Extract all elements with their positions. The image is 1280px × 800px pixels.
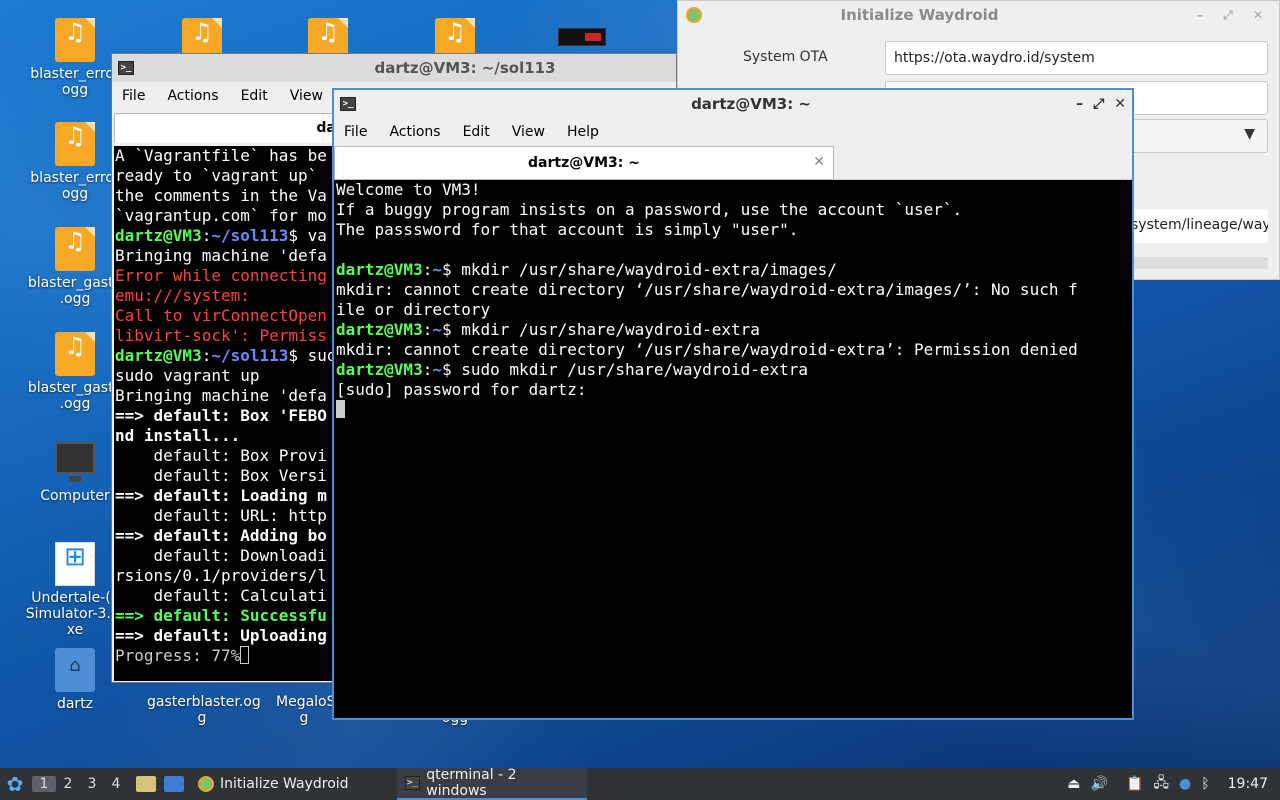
system-ota-input[interactable]: https://ota.waydro.id/system [885, 41, 1268, 75]
start-menu-icon[interactable]: ✿ [0, 768, 30, 800]
music-file-icon: ♫ [55, 227, 95, 271]
file-manager-icon[interactable] [136, 776, 156, 792]
menu-edit[interactable]: Edit [241, 88, 268, 104]
terminal-line: ile or directory [336, 300, 491, 319]
menu-edit[interactable]: Edit [463, 124, 490, 140]
main-menubar: File Actions Edit View Help [334, 118, 1132, 146]
menu-help[interactable]: Help [567, 124, 599, 140]
main-tabbar: dartz@VM3: ~ ✕ [334, 146, 1132, 180]
terminal-line: dartz@VM3:~$ mkdir /usr/share/waydroid-e… [336, 260, 837, 279]
taskbar: ✿ 1 2 3 4 Initialize Waydroid >_ qtermin… [0, 767, 1280, 800]
windows-exe-icon: ⊞ [55, 542, 95, 586]
terminal-line: [sudo] password for dartz: [336, 380, 587, 399]
waydroid-app-icon [198, 776, 214, 792]
task-qterminal[interactable]: >_ qterminal - 2 windows [396, 767, 587, 800]
main-titlebar[interactable]: >_ dartz@VM3: ~ – ⤢ ✕ [334, 90, 1132, 118]
workspace-1[interactable]: 1 [32, 776, 56, 792]
computer-icon [55, 442, 95, 482]
image-thumbnail-icon[interactable] [558, 28, 606, 46]
waydroid-titlebar[interactable]: Initialize Waydroid – ⤢ ✕ [678, 1, 1279, 29]
terminal-line: If a buggy program insists on a password… [336, 200, 963, 219]
terminal-icon: >_ [404, 776, 421, 790]
desktop-icon-label-gasterblaster[interactable]: gasterblaster.og g [147, 694, 261, 726]
window-controls: – ⤢ ✕ [1196, 7, 1271, 22]
task-label: Initialize Waydroid [220, 776, 349, 792]
terminal-cursor-line [336, 400, 1132, 420]
waydroid-app-icon [686, 7, 702, 23]
network-icon[interactable]: 🖧 [1153, 772, 1169, 796]
terminal-cursor [336, 400, 345, 418]
minimize-icon[interactable]: – [1076, 96, 1083, 112]
bluetooth-icon[interactable]: ᛒ [1201, 776, 1209, 792]
tab-dartz-home[interactable]: dartz@VM3: ~ ✕ [334, 146, 834, 180]
window-controls: – ⤢ ✕ [1076, 96, 1132, 112]
terminal-cursor [240, 646, 250, 664]
desktop-icon-label-megalo[interactable]: MegaloS g [276, 694, 332, 726]
menu-file[interactable]: File [344, 124, 367, 140]
terminal-icon: >_ [118, 61, 134, 75]
update-notifier-icon[interactable]: ● [1179, 776, 1191, 792]
desktop-icon-label: dartz [56, 696, 94, 712]
task-label: qterminal - 2 windows [426, 767, 517, 799]
window-title: dartz@VM3: ~/sol113 [374, 59, 556, 77]
terminal-line: dartz@VM3:~$ sudo mkdir /usr/share/waydr… [336, 360, 809, 379]
menu-actions[interactable]: Actions [167, 88, 218, 104]
workspace-2[interactable]: 2 [56, 776, 80, 792]
system-ota-label: System OTA [743, 49, 828, 65]
terminal-icon: >_ [340, 97, 356, 111]
clock[interactable]: 19:47 [1228, 776, 1268, 792]
home-folder-icon: ⌂ [55, 648, 95, 692]
terminal-window-home: >_ dartz@VM3: ~ – ⤢ ✕ File Actions Edit … [332, 88, 1134, 720]
menu-view[interactable]: View [290, 88, 323, 104]
workspace-4[interactable]: 4 [104, 776, 128, 792]
terminal-line: mkdir: cannot create directory ‘/usr/sha… [336, 280, 1078, 299]
music-file-icon: ♫ [55, 332, 95, 376]
terminal-line: mkdir: cannot create directory ‘/usr/sha… [336, 340, 1078, 359]
show-desktop-icon[interactable] [164, 776, 184, 792]
system-tray: ⏏ 🔊 📋 🖧 ● ᛒ 19:47 [1067, 772, 1280, 796]
volume-icon[interactable]: 🔊 [1091, 776, 1108, 792]
eject-icon[interactable]: ⏏ [1067, 776, 1080, 792]
terminal-output[interactable]: Welcome to VM3! If a buggy program insist… [334, 180, 1132, 718]
progress-bar [1132, 257, 1268, 269]
window-title: dartz@VM3: ~ [691, 95, 811, 113]
menu-actions[interactable]: Actions [389, 124, 440, 140]
window-title: Initialize Waydroid [840, 6, 999, 24]
task-initialize-waydroid[interactable]: Initialize Waydroid [190, 768, 357, 800]
terminal-line: dartz@VM3:~$ mkdir /usr/share/waydroid-e… [336, 320, 760, 339]
clipboard-icon[interactable]: 📋 [1126, 776, 1143, 792]
menu-file[interactable]: File [122, 88, 145, 104]
close-icon[interactable]: ✕ [1114, 96, 1126, 112]
music-file-icon: ♫ [55, 122, 95, 166]
close-tab-icon[interactable]: ✕ [813, 154, 825, 170]
music-file-icon: ♫ [55, 18, 95, 62]
maximize-icon[interactable]: ⤢ [1093, 96, 1104, 112]
terminal-line: The passsword for that account is simply… [336, 220, 799, 239]
sol-titlebar[interactable]: >_ dartz@VM3: ~/sol113 [112, 54, 676, 82]
workspace-3[interactable]: 3 [80, 776, 104, 792]
chevron-down-icon: ▼ [1244, 126, 1255, 142]
terminal-line: Welcome to VM3! [336, 180, 481, 199]
menu-view[interactable]: View [512, 124, 545, 140]
